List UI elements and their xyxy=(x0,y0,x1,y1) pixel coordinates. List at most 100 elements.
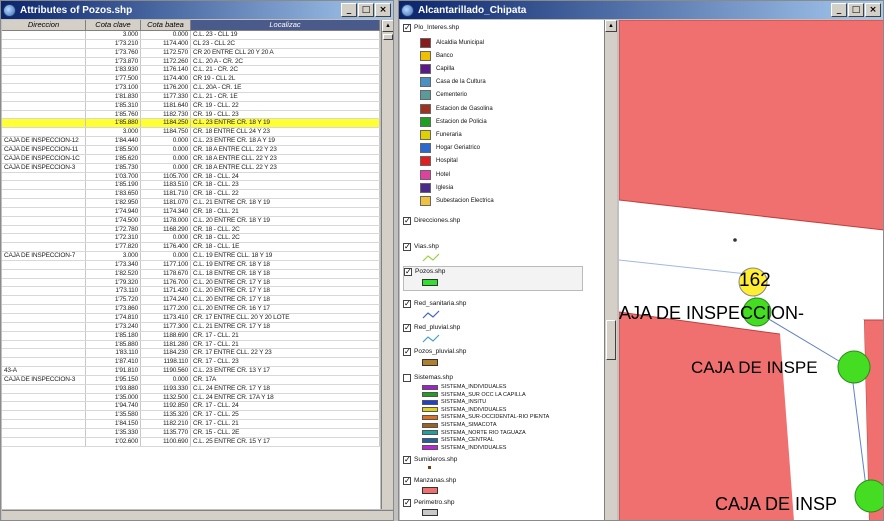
cell-localizacion[interactable]: CR. 18 A ENTRE CLL. 22 Y 23 xyxy=(191,163,380,172)
cell-cota-batea[interactable]: 1132.500 xyxy=(141,393,191,402)
table-row[interactable]: 1'72.310 0.000 CR. 18 - CLL. 2C xyxy=(2,234,380,244)
table-row[interactable]: 1'73.240 1177.300 C.L. 21 ENTRE CR. 17 Y 1… xyxy=(2,322,380,332)
cell-localizacion[interactable]: C.L. 20A - CR. 1E xyxy=(191,84,380,92)
cell-cota-clave[interactable]: 1'74.500 xyxy=(86,216,141,225)
layer-checkbox[interactable]: ✓ xyxy=(403,23,411,32)
table-row[interactable]: 1'73.110 1171.420 C.L. 20 ENTRE CR. 17 Y 1… xyxy=(2,287,380,297)
cell-direccion[interactable] xyxy=(2,243,86,252)
cell-cota-clave[interactable]: 1'85.880 xyxy=(86,119,141,128)
cell-localizacion[interactable]: CR. 19 - CLL. 22 xyxy=(191,101,380,110)
table-row[interactable]: 1'35.000 1132.500 C.L. 24 ENTRE CR. 17A Y … xyxy=(2,393,380,403)
legend-scrollbar[interactable]: ▲ xyxy=(605,20,617,520)
layer-checkbox[interactable] xyxy=(403,373,411,382)
cell-cota-clave[interactable]: 1'85.620 xyxy=(86,154,141,163)
table-row[interactable]: 1'82.520 1178.670 C.L. 18 ENTRE CR. 18 Y 1… xyxy=(2,269,380,279)
table-row[interactable]: 1'79.320 1176.700 C.L. 20 ENTRE CR. 17 Y 1… xyxy=(2,278,380,288)
cell-cota-batea[interactable]: 1135.320 xyxy=(141,411,191,420)
layer-checkbox[interactable]: ✓ xyxy=(403,498,411,507)
cell-direccion[interactable] xyxy=(2,437,86,446)
cell-cota-batea[interactable]: 1181.710 xyxy=(141,190,191,199)
cell-cota-batea[interactable]: 1184.750 xyxy=(141,128,191,137)
table-row[interactable]: CAJA DE INSPECCION-12 1'84.440 0.000 C.L. 2… xyxy=(2,137,380,146)
table-row[interactable]: CAJA DE INSPECCION-11 1'85.500 0.000 CR. 18… xyxy=(2,145,380,155)
manzana-block-1[interactable] xyxy=(619,20,884,231)
cell-cota-clave[interactable]: 1'85.500 xyxy=(86,145,141,154)
cell-cota-clave[interactable]: 1'94.740 xyxy=(86,402,141,411)
cell-localizacion[interactable]: CR. 18 - CLL. 22 xyxy=(191,190,380,199)
cell-localizacion[interactable]: CR. 18 A ENTRE CLL. 22 Y 23 xyxy=(191,154,380,163)
cell-direccion[interactable] xyxy=(2,269,86,278)
cell-cota-batea[interactable]: 1176.400 xyxy=(141,243,191,252)
table-row[interactable]: 1'77.820 1176.400 CR. 18 - CLL. 1E xyxy=(2,243,380,253)
cell-cota-clave[interactable]: 1'83.930 xyxy=(86,66,141,75)
maximize-button[interactable]: □ xyxy=(848,3,864,17)
layer-vias[interactable]: ✓ Vias.shp xyxy=(403,241,439,252)
cell-cota-clave[interactable]: 1'74.940 xyxy=(86,207,141,216)
cell-cota-clave[interactable]: 1'77.500 xyxy=(86,75,141,84)
cell-direccion[interactable] xyxy=(2,207,86,216)
cell-cota-batea[interactable]: 1174.400 xyxy=(141,75,191,84)
cell-localizacion[interactable]: C.L. 20 ENTRE CR. 17 Y 18 xyxy=(191,287,380,296)
cell-cota-batea[interactable]: 1172.570 xyxy=(141,48,191,57)
cell-direccion[interactable] xyxy=(2,428,86,437)
cell-cota-clave[interactable]: 3.000 xyxy=(86,128,141,137)
cell-localizacion[interactable]: CR. 17 ENTRE CLL. 22 Y 23 xyxy=(191,349,380,358)
cell-cota-clave[interactable]: 1'95.150 xyxy=(86,375,141,384)
cell-cota-batea[interactable]: 1177.300 xyxy=(141,322,191,331)
cell-direccion[interactable] xyxy=(2,101,86,110)
cell-cota-batea[interactable]: 1168.290 xyxy=(141,225,191,234)
layer-checkbox[interactable]: ✓ xyxy=(403,299,411,308)
cell-localizacion[interactable]: CR. 15 - CLL. 2E xyxy=(191,428,380,437)
scroll-up-icon[interactable]: ▲ xyxy=(605,20,617,32)
table-row[interactable]: 1'82.950 1181.070 C.L. 21 ENTRE CR. 18 Y 1… xyxy=(2,199,380,208)
minimize-button[interactable]: _ xyxy=(341,3,357,17)
cell-cota-clave[interactable]: 1'35.000 xyxy=(86,393,141,402)
cell-cota-batea[interactable]: 1176.700 xyxy=(141,278,191,287)
table-row[interactable]: 1'87.410 1198.110 CR. 17 - CLL. 23 xyxy=(2,358,380,368)
column-header-cota-batea[interactable]: Cota batea xyxy=(141,20,191,30)
layer-checkbox[interactable]: ✓ xyxy=(404,268,412,276)
table-row[interactable]: 1'81.830 1177.330 C.L. 21 - CR. 1E xyxy=(2,92,380,102)
cell-localizacion[interactable]: C.L. 20 ENTRE CR. 17 Y 18 xyxy=(191,278,380,287)
attributes-titlebar[interactable]: Attributes of Pozos.shp _ □ × xyxy=(1,1,393,19)
cell-direccion[interactable]: CAJA DE INSPECCION-1C xyxy=(2,154,86,163)
cell-localizacion[interactable]: C.L. 24 ENTRE CR. 17A Y 18 xyxy=(191,393,380,402)
cell-localizacion[interactable]: C.L. 21 - CR. 1E xyxy=(191,92,380,101)
table-row[interactable]: 1'73.760 1172.570 CR 20 ENTRE CLL 20 Y 20 … xyxy=(2,48,380,58)
table-row[interactable]: 1'85.180 1188.690 CR. 17 - CLL. 21 xyxy=(2,331,380,341)
cell-direccion[interactable] xyxy=(2,296,86,305)
cell-cota-clave[interactable]: 1'84.150 xyxy=(86,420,141,428)
cell-cota-clave[interactable]: 1'85.180 xyxy=(86,331,141,340)
close-button[interactable]: × xyxy=(375,3,391,17)
layer-pozos-pluvial[interactable]: ✓ Pozos_pluvial.shp xyxy=(403,346,466,357)
minimize-button[interactable]: _ xyxy=(831,3,847,17)
cell-cota-clave[interactable]: 1'83.650 xyxy=(86,190,141,199)
cell-direccion[interactable] xyxy=(2,48,86,57)
cell-cota-batea[interactable]: 1198.110 xyxy=(141,358,191,367)
cell-localizacion[interactable]: C.L. 23 ENTRE CR. 18 A Y 19 xyxy=(191,137,380,145)
cell-localizacion[interactable]: C.L. 20 ENTRE CR. 18 Y 19 xyxy=(191,216,380,225)
cell-localizacion[interactable]: CR. 18 A ENTRE CLL. 22 Y 23 xyxy=(191,145,380,154)
cell-localizacion[interactable]: C.L. 19 ENTRE CR. 18 Y 18 xyxy=(191,260,380,269)
cell-direccion[interactable] xyxy=(2,199,86,207)
cell-localizacion[interactable]: C.L. 21 - CR. 2C xyxy=(191,66,380,75)
cell-cota-clave[interactable]: 1'82.950 xyxy=(86,199,141,207)
cell-cota-clave[interactable]: 1'73.870 xyxy=(86,57,141,66)
maximize-button[interactable]: □ xyxy=(358,3,374,17)
cell-direccion[interactable]: 43-A xyxy=(2,367,86,375)
cell-cota-clave[interactable]: 1'85.760 xyxy=(86,110,141,119)
layer-red-pluvial[interactable]: ✓ Red_pluvial.shp xyxy=(403,322,460,333)
cell-cota-clave[interactable]: 1'85.310 xyxy=(86,101,141,110)
cell-cota-batea[interactable]: 1178.000 xyxy=(141,216,191,225)
table-row[interactable]: CAJA DE INSPECCION-1C 1'85.620 0.000 CR. 18… xyxy=(2,154,380,164)
map-view[interactable]: 162 AJA DE INSPECCION- CAJA DE INSPE CAJ… xyxy=(619,20,884,520)
cell-direccion[interactable] xyxy=(2,75,86,84)
table-row[interactable]: 1'73.340 1177.100 C.L. 19 ENTRE CR. 18 Y 1… xyxy=(2,260,380,270)
cell-cota-batea[interactable]: 1177.100 xyxy=(141,260,191,269)
table-row[interactable]: 1'85.760 1182.730 CR. 19 - CLL. 23 xyxy=(2,110,380,120)
table-row[interactable]: 1'85.880 1181.280 CR. 17 - CLL. 21 xyxy=(2,340,380,350)
cell-cota-batea[interactable]: 1190.560 xyxy=(141,367,191,375)
cell-cota-batea[interactable]: 0.000 xyxy=(141,234,191,243)
cell-cota-clave[interactable]: 1'84.440 xyxy=(86,137,141,145)
cell-direccion[interactable] xyxy=(2,31,86,39)
